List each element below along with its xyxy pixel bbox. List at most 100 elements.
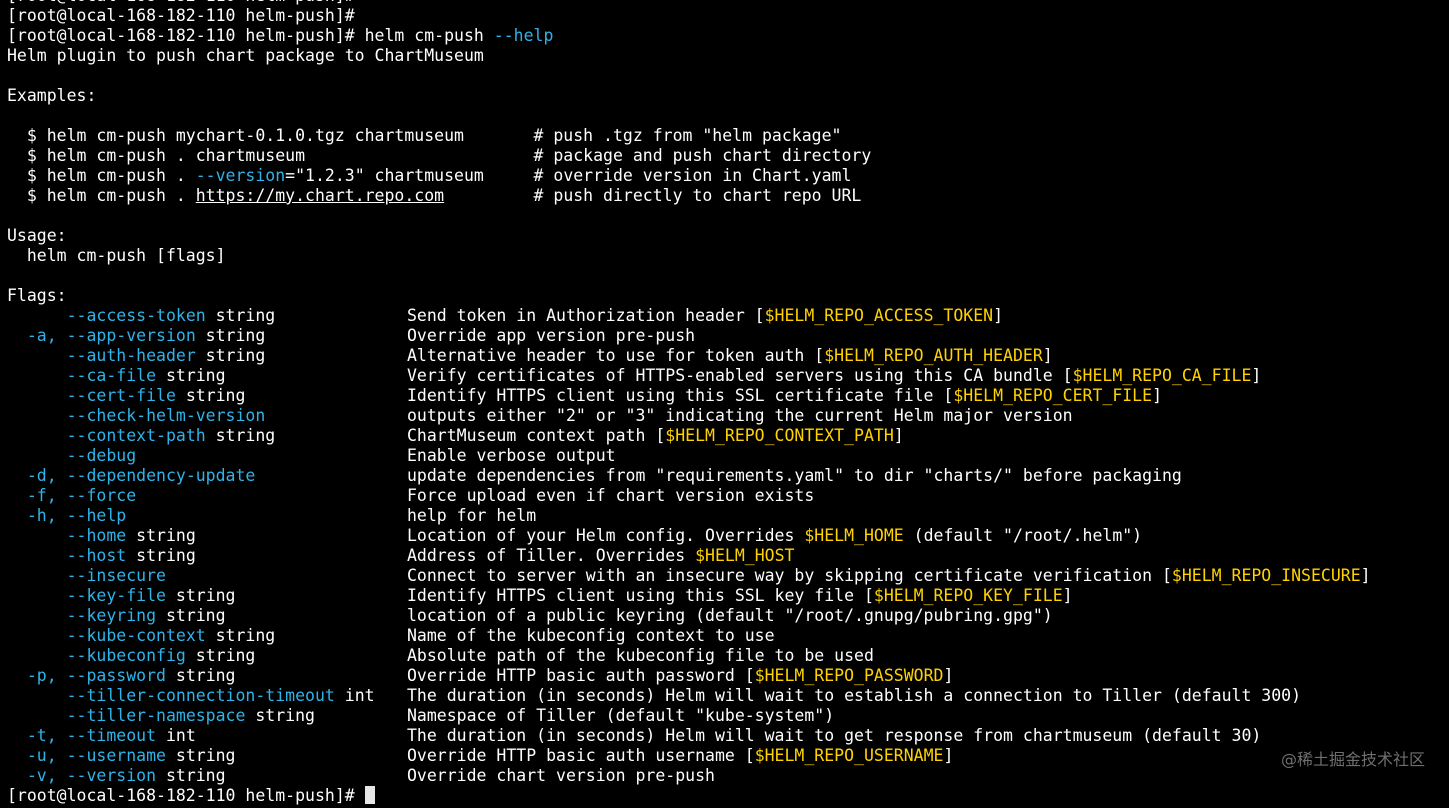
flag-name: -h, --help bbox=[7, 506, 407, 526]
flag-row: -a, --app-version string Override app ver… bbox=[7, 326, 1449, 346]
example-line-1: $ helm cm-push mychart-0.1.0.tgz chartmu… bbox=[7, 126, 842, 145]
command-flag: --help bbox=[493, 26, 554, 45]
flag-row: -p, --password string Override HTTP basic… bbox=[7, 666, 1449, 686]
flag-short bbox=[7, 526, 67, 545]
flag-description: help for helm bbox=[407, 506, 537, 525]
flag-short bbox=[7, 446, 67, 465]
flag-type: string bbox=[185, 646, 256, 665]
flag-row: --key-file string Identify HTTPS client u… bbox=[7, 586, 1449, 606]
flag-long: --access-token bbox=[66, 306, 206, 325]
flag-type: string bbox=[205, 626, 276, 645]
flag-row: -d, --dependency-update update dependenci… bbox=[7, 466, 1449, 486]
flag-type: int bbox=[334, 686, 375, 705]
flag-long: --home bbox=[66, 526, 127, 545]
flag-short: -d, bbox=[7, 466, 67, 485]
flag-long: --force bbox=[66, 486, 137, 505]
watermark: @稀土掘金技术社区 bbox=[1280, 750, 1425, 769]
flag-short: -v, bbox=[7, 766, 67, 785]
flag-row: --tiller-connection-timeout int The durat… bbox=[7, 686, 1449, 706]
flag-long: --app-version bbox=[66, 326, 196, 345]
flag-short bbox=[7, 706, 67, 725]
flag-type: string bbox=[165, 746, 236, 765]
flag-short bbox=[7, 406, 67, 425]
flag-description-tail: ] bbox=[1062, 586, 1073, 605]
flag-row: --debug Enable verbose output bbox=[7, 446, 1449, 466]
flag-name: -f, --force bbox=[7, 486, 407, 506]
flag-name: --host string bbox=[7, 546, 407, 566]
flag-type: string bbox=[165, 666, 236, 685]
flag-short bbox=[7, 546, 67, 565]
command-line: [root@local-168-182-110 helm-push]# helm… bbox=[7, 26, 1449, 46]
flag-name: --access-token string bbox=[7, 306, 407, 326]
flag-description: Send token in Authorization header [ bbox=[407, 306, 765, 325]
flag-type: string bbox=[156, 366, 226, 385]
flag-description: Enable verbose output bbox=[407, 446, 616, 465]
flag-long: --keyring bbox=[66, 606, 157, 625]
flag-short: -h, bbox=[7, 506, 67, 525]
flag-short bbox=[7, 646, 67, 665]
flag-row: --auth-header string Alternative header t… bbox=[7, 346, 1449, 366]
flag-name: -v, --version string bbox=[7, 766, 407, 786]
prompt-line-empty: [root@local-168-182-110 helm-push]# bbox=[7, 6, 355, 25]
flag-type: string bbox=[205, 306, 276, 325]
example-line-3: $ helm cm-push . --version="1.2.3" chart… bbox=[7, 166, 852, 185]
flag-description: update dependencies from "requirements.y… bbox=[407, 466, 1182, 485]
flag-type: string bbox=[195, 326, 266, 345]
flag-name: --kubeconfig string bbox=[7, 646, 407, 666]
flag-type: string bbox=[165, 586, 236, 605]
flag-row: --kubeconfig string Absolute path of the … bbox=[7, 646, 1449, 666]
flag-short: -p, bbox=[7, 666, 67, 685]
flag-name: --keyring string bbox=[7, 606, 407, 626]
terminal-window[interactable]: [root@local-168-182-110 helm-push]# [roo… bbox=[0, 0, 1449, 805]
flag-name: -a, --app-version string bbox=[7, 326, 407, 346]
flag-name: --check-helm-version bbox=[7, 406, 407, 426]
flag-name: --kube-context string bbox=[7, 626, 407, 646]
flag-description-tail: ] bbox=[1251, 366, 1262, 385]
flag-short bbox=[7, 606, 67, 625]
flag-env-var: $HELM_REPO_KEY_FILE bbox=[873, 586, 1063, 605]
flag-row: --ca-file string Verify certificates of H… bbox=[7, 366, 1449, 386]
final-prompt-line: [root@local-168-182-110 helm-push]# bbox=[7, 786, 1449, 806]
flag-description: ChartMuseum context path [ bbox=[407, 426, 666, 445]
repo-url-link[interactable]: https://my.chart.repo.com bbox=[196, 186, 444, 205]
flag-row: --cert-file string Identify HTTPS client … bbox=[7, 386, 1449, 406]
flag-description: Name of the kubeconfig context to use bbox=[407, 626, 775, 645]
flag-short bbox=[7, 686, 67, 705]
flag-description-tail: ] bbox=[1152, 386, 1162, 405]
flag-description: location of a public keyring (default "/… bbox=[407, 606, 1053, 625]
flag-type: string bbox=[156, 766, 226, 785]
flag-type: string bbox=[205, 426, 276, 445]
flags-list: --access-token string Send token in Autho… bbox=[7, 306, 1449, 786]
flag-name: --insecure bbox=[7, 566, 407, 586]
flag-row: -u, --username string Override HTTP basic… bbox=[7, 746, 1449, 766]
flag-type: string bbox=[195, 346, 266, 365]
flag-long: --tiller-connection-timeout bbox=[66, 686, 335, 705]
flag-name: --auth-header string bbox=[7, 346, 407, 366]
flag-type: string bbox=[245, 706, 315, 725]
flag-long: --check-helm-version bbox=[66, 406, 266, 425]
flag-row: --host string Address of Tiller. Override… bbox=[7, 546, 1449, 566]
flag-long: --dependency-update bbox=[66, 466, 256, 485]
flag-description-tail: ] bbox=[943, 666, 954, 685]
flag-long: --version bbox=[66, 766, 157, 785]
flag-row: -f, --force Force upload even if chart ve… bbox=[7, 486, 1449, 506]
flag-row: --insecure Connect to server with an inse… bbox=[7, 566, 1449, 586]
cursor bbox=[364, 786, 375, 804]
flag-long: --password bbox=[66, 666, 166, 685]
flag-name: -u, --username string bbox=[7, 746, 407, 766]
examples-header: Examples: bbox=[7, 86, 97, 105]
flag-env-var: $HELM_REPO_CA_FILE bbox=[1072, 366, 1252, 385]
flag-name: --home string bbox=[7, 526, 407, 546]
flag-name: -p, --password string bbox=[7, 666, 407, 686]
flag-description: Connect to server with an insecure way b… bbox=[407, 566, 1172, 585]
flag-short: -a, bbox=[7, 326, 67, 345]
flag-name: -d, --dependency-update bbox=[7, 466, 407, 486]
flag-description-tail: ] bbox=[893, 426, 904, 445]
flag-description: Identify HTTPS client using this SSL key… bbox=[407, 586, 874, 605]
flag-short bbox=[7, 566, 67, 585]
flag-description: Override HTTP basic auth username [ bbox=[407, 746, 755, 765]
flag-short bbox=[7, 366, 67, 385]
flag-env-var: $HELM_REPO_ACCESS_TOKEN bbox=[764, 306, 994, 325]
example-line-2: $ helm cm-push . chartmuseum # package a… bbox=[7, 146, 872, 165]
